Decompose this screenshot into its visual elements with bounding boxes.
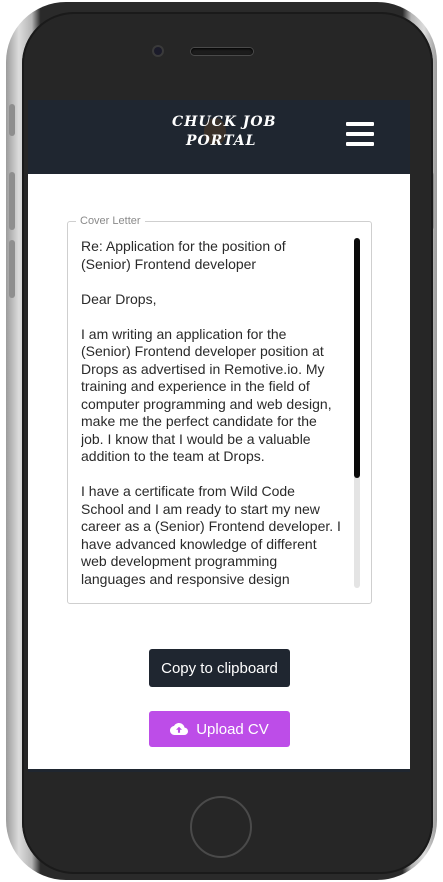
earpiece-speaker	[191, 48, 253, 55]
cover-letter-textarea[interactable]: Re: Application for the position of (Sen…	[81, 238, 353, 588]
top-navbar: CHUCK JOB PORTAL	[28, 100, 410, 174]
phone-volume-up-button	[9, 172, 15, 230]
logo-text-line2: PORTAL	[186, 133, 257, 149]
logo-text-line1: CHUCK JOB	[172, 114, 277, 130]
cover-letter-scrollbar[interactable]	[354, 238, 360, 588]
hamburger-menu-icon[interactable]	[346, 122, 374, 146]
app-logo[interactable]: CHUCK JOB PORTAL	[166, 112, 275, 162]
copy-to-clipboard-button[interactable]: Copy to clipboard	[149, 649, 290, 687]
scrollbar-thumb[interactable]	[354, 238, 360, 478]
upload-cv-label: Upload CV	[196, 720, 269, 738]
cloud-upload-icon	[170, 723, 189, 735]
front-camera	[154, 47, 162, 55]
cover-letter-label: Cover Letter	[76, 214, 145, 228]
upload-cv-button[interactable]: Upload CV	[149, 711, 290, 747]
app-screen: CHUCK JOB PORTAL Cover Letter Re: Applic…	[28, 100, 410, 772]
cover-letter-field: Cover Letter Re: Application for the pos…	[67, 214, 372, 604]
bottom-navbar-edge	[28, 769, 410, 772]
phone-volume-down-button	[9, 240, 15, 298]
home-button[interactable]	[190, 796, 252, 858]
phone-mute-switch	[9, 104, 15, 136]
